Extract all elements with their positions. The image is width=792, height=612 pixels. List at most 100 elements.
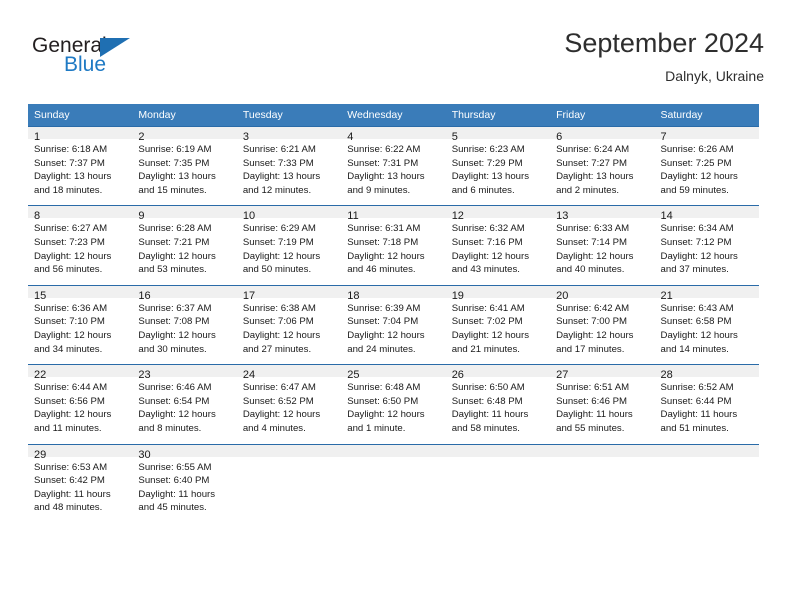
daylight-text-line1: Daylight: 12 hours <box>556 329 634 341</box>
calendar-day-cell[interactable]: 15 Sunrise: 6:36 AM Sunset: 7:10 PM Dayl… <box>28 284 133 365</box>
general-blue-logo[interactable]: General Blue <box>32 34 202 90</box>
day-details: Sunrise: 6:19 AM Sunset: 7:35 PM Dayligh… <box>132 139 236 205</box>
calendar-day-cell[interactable]: 17 Sunrise: 6:38 AM Sunset: 7:06 PM Dayl… <box>236 284 342 365</box>
calendar-day-cell[interactable]: 26 Sunrise: 6:50 AM Sunset: 6:48 PM Dayl… <box>445 364 551 444</box>
day-number: 11 <box>341 206 446 222</box>
sunset-text: Sunset: 7:21 PM <box>138 236 210 248</box>
day-details: Sunrise: 6:28 AM Sunset: 7:21 PM Dayligh… <box>132 218 236 284</box>
day-number: 5 <box>445 127 551 143</box>
daylight-text-line2: and 15 minutes. <box>138 184 207 196</box>
day-number: 7 <box>654 127 759 143</box>
calendar-day-cell[interactable]: 14 Sunrise: 6:34 AM Sunset: 7:12 PM Dayl… <box>654 205 759 286</box>
sunrise-text: Sunrise: 6:42 AM <box>556 302 630 314</box>
daylight-text-line2: and 50 minutes. <box>242 264 312 276</box>
calendar-day-cell[interactable]: 23 Sunrise: 6:46 AM Sunset: 6:54 PM Dayl… <box>132 364 237 444</box>
calendar-day-cell[interactable]: 12 Sunrise: 6:32 AM Sunset: 7:16 PM Dayl… <box>445 205 551 286</box>
calendar-day-cell[interactable]: 6 Sunrise: 6:24 AM Sunset: 7:27 PM Dayli… <box>550 125 655 206</box>
day-details: Sunrise: 6:44 AM Sunset: 6:56 PM Dayligh… <box>28 377 132 443</box>
calendar-table: Sunday Monday Tuesday Wednesday Thursday… <box>28 104 759 523</box>
sunset-text: Sunset: 7:14 PM <box>556 236 628 248</box>
sunset-text: Sunset: 7:33 PM <box>242 157 314 169</box>
sunset-text: Sunset: 6:54 PM <box>138 395 210 407</box>
calendar-day-cell[interactable]: 21 Sunrise: 6:43 AM Sunset: 6:58 PM Dayl… <box>654 284 759 365</box>
calendar-day-cell[interactable]: 16 Sunrise: 6:37 AM Sunset: 7:08 PM Dayl… <box>132 284 237 365</box>
daylight-text-line2: and 30 minutes. <box>138 343 207 355</box>
calendar-day-cell[interactable]: 27 Sunrise: 6:51 AM Sunset: 6:46 PM Dayl… <box>550 364 655 444</box>
weekday-header-saturday: Saturday <box>654 104 759 127</box>
daylight-text-line2: and 11 minutes. <box>34 422 102 434</box>
sunset-text: Sunset: 7:04 PM <box>347 316 419 328</box>
calendar-day-cell[interactable]: 10 Sunrise: 6:29 AM Sunset: 7:19 PM Dayl… <box>236 205 342 286</box>
sunset-text: Sunset: 7:37 PM <box>34 157 105 169</box>
daylight-text-line1: Daylight: 12 hours <box>242 329 321 341</box>
calendar-day-cell[interactable]: 22 Sunrise: 6:44 AM Sunset: 6:56 PM Dayl… <box>28 364 133 444</box>
calendar-day-cell[interactable]: 29 Sunrise: 6:53 AM Sunset: 6:42 PM Dayl… <box>28 443 133 523</box>
calendar-day-cell[interactable]: 4 Sunrise: 6:22 AM Sunset: 7:31 PM Dayli… <box>341 125 446 206</box>
daylight-text-line1: Daylight: 12 hours <box>347 409 425 421</box>
daylight-text-line1: Daylight: 11 hours <box>138 488 216 500</box>
daylight-text-line1: Daylight: 11 hours <box>34 488 111 500</box>
calendar-day-cell[interactable]: 5 Sunrise: 6:23 AM Sunset: 7:29 PM Dayli… <box>445 125 551 206</box>
calendar-day-cell[interactable]: 18 Sunrise: 6:39 AM Sunset: 7:04 PM Dayl… <box>341 284 446 365</box>
day-number: 23 <box>132 365 237 381</box>
sunrise-text: Sunrise: 6:37 AM <box>138 302 212 314</box>
calendar-day-cell[interactable]: 24 Sunrise: 6:47 AM Sunset: 6:52 PM Dayl… <box>236 364 342 444</box>
calendar-day-cell-empty <box>445 443 551 523</box>
calendar-day-cell-empty <box>550 443 655 523</box>
calendar-day-cell[interactable]: 3 Sunrise: 6:21 AM Sunset: 7:33 PM Dayli… <box>236 125 342 206</box>
daylight-text-line1: Daylight: 12 hours <box>451 250 530 262</box>
sunset-text: Sunset: 7:16 PM <box>451 236 523 248</box>
calendar-day-cell-empty <box>236 443 342 523</box>
calendar-day-cell[interactable]: 28 Sunrise: 6:52 AM Sunset: 6:44 PM Dayl… <box>654 364 759 444</box>
daylight-text-line2: and 24 minutes. <box>347 343 416 355</box>
sunset-text: Sunset: 7:29 PM <box>451 157 523 169</box>
calendar-day-cell[interactable]: 13 Sunrise: 6:33 AM Sunset: 7:14 PM Dayl… <box>550 205 655 286</box>
sunrise-text: Sunrise: 6:52 AM <box>660 382 734 394</box>
page-title: September 2024 <box>564 28 764 58</box>
day-number <box>445 444 551 457</box>
day-number: 6 <box>550 127 655 143</box>
location-subtitle: Dalnyk, Ukraine <box>665 68 764 84</box>
sunset-text: Sunset: 6:56 PM <box>34 395 105 407</box>
day-details: Sunrise: 6:37 AM Sunset: 7:08 PM Dayligh… <box>132 298 236 364</box>
calendar-day-cell[interactable]: 7 Sunrise: 6:26 AM Sunset: 7:25 PM Dayli… <box>654 125 759 206</box>
daylight-text-line2: and 4 minutes. <box>242 422 306 434</box>
calendar-day-cell[interactable]: 20 Sunrise: 6:42 AM Sunset: 7:00 PM Dayl… <box>550 284 655 365</box>
daylight-text-line1: Daylight: 12 hours <box>347 329 425 341</box>
calendar-day-cell[interactable]: 1 Sunrise: 6:18 AM Sunset: 7:37 PM Dayli… <box>28 125 133 206</box>
sunrise-text: Sunrise: 6:53 AM <box>34 461 108 473</box>
daylight-text-line1: Daylight: 12 hours <box>660 171 738 183</box>
weekday-header-sunday: Sunday <box>28 104 133 127</box>
calendar-day-cell[interactable]: 9 Sunrise: 6:28 AM Sunset: 7:21 PM Dayli… <box>132 205 237 286</box>
calendar-week-row: 8 Sunrise: 6:27 AM Sunset: 7:23 PM Dayli… <box>28 205 759 286</box>
sunset-text: Sunset: 7:00 PM <box>556 316 628 328</box>
calendar-day-cell[interactable]: 11 Sunrise: 6:31 AM Sunset: 7:18 PM Dayl… <box>341 205 446 286</box>
calendar-day-cell[interactable]: 30 Sunrise: 6:55 AM Sunset: 6:40 PM Dayl… <box>132 443 237 523</box>
daylight-text-line2: and 14 minutes. <box>660 343 729 355</box>
sunrise-text: Sunrise: 6:26 AM <box>660 144 734 155</box>
day-number: 24 <box>236 365 342 381</box>
day-details <box>341 457 445 515</box>
day-details: Sunrise: 6:55 AM Sunset: 6:40 PM Dayligh… <box>132 457 236 523</box>
day-details: Sunrise: 6:43 AM Sunset: 6:58 PM Dayligh… <box>655 298 759 364</box>
day-details: Sunrise: 6:39 AM Sunset: 7:04 PM Dayligh… <box>341 298 445 364</box>
weekday-header-monday: Monday <box>132 104 237 127</box>
day-number: 18 <box>341 285 446 302</box>
sunrise-text: Sunrise: 6:27 AM <box>34 223 108 235</box>
daylight-text-line1: Daylight: 12 hours <box>34 409 112 421</box>
daylight-text-line2: and 12 minutes. <box>242 184 312 196</box>
day-details <box>655 457 759 515</box>
day-details: Sunrise: 6:52 AM Sunset: 6:44 PM Dayligh… <box>655 377 759 443</box>
weekday-header-thursday: Thursday <box>445 104 551 127</box>
calendar-day-cell[interactable]: 8 Sunrise: 6:27 AM Sunset: 7:23 PM Dayli… <box>28 205 133 286</box>
calendar-week-row: 1 Sunrise: 6:18 AM Sunset: 7:37 PM Dayli… <box>28 125 759 206</box>
calendar-day-cell[interactable]: 19 Sunrise: 6:41 AM Sunset: 7:02 PM Dayl… <box>445 284 551 365</box>
day-number: 20 <box>550 285 655 302</box>
sunset-text: Sunset: 7:12 PM <box>660 236 732 248</box>
sunset-text: Sunset: 7:25 PM <box>660 157 732 169</box>
day-number: 21 <box>654 285 759 302</box>
calendar-day-cell[interactable]: 2 Sunrise: 6:19 AM Sunset: 7:35 PM Dayli… <box>132 125 237 206</box>
daylight-text-line1: Daylight: 13 hours <box>34 171 112 183</box>
daylight-text-line1: Daylight: 12 hours <box>660 250 738 262</box>
calendar-day-cell[interactable]: 25 Sunrise: 6:48 AM Sunset: 6:50 PM Dayl… <box>341 364 446 444</box>
